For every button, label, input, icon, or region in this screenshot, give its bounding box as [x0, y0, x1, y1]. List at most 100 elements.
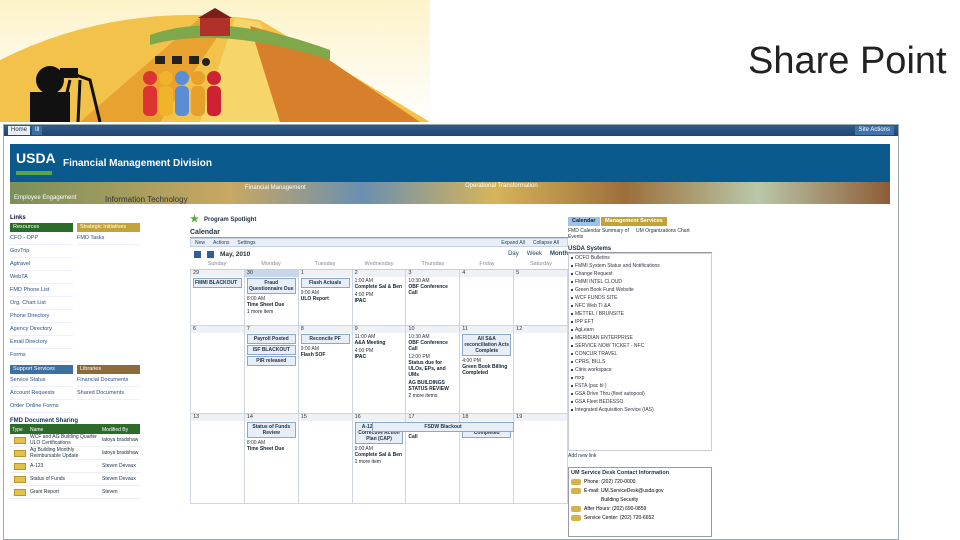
system-link[interactable]: FMMI System Status and Notifications: [569, 262, 711, 270]
calendar-day-cell[interactable]: 6: [191, 326, 245, 414]
col-name[interactable]: Name: [30, 426, 102, 434]
calendar-event[interactable]: 9:00 AM ULO Report: [299, 289, 352, 303]
system-link[interactable]: MERIDIAN ENTERPRISE: [569, 334, 711, 342]
calendar-span-event[interactable]: FSDW Blackout: [371, 422, 515, 432]
resource-link[interactable]: WebTA: [10, 271, 73, 284]
system-link[interactable]: SERVICE NOW TICKET - NFC: [569, 342, 711, 350]
calendar-day-cell[interactable]: 19: [514, 414, 568, 504]
calendar-day-cell[interactable]: 13: [191, 414, 245, 504]
doc-name[interactable]: A-123: [30, 463, 102, 469]
doc-name[interactable]: Grant Report: [30, 489, 102, 495]
calendar-event[interactable]: 10:30 AMOBF Conference Call: [406, 277, 459, 297]
event-title[interactable]: OBF Conference Call: [408, 340, 447, 352]
um-org-chart-link[interactable]: UM Organizations Chart: [636, 228, 690, 240]
resource-link[interactable]: FMD Phone List: [10, 284, 73, 297]
calendar-event-box[interactable]: Flash Actuals: [300, 278, 350, 288]
table-row[interactable]: WCF and AG Building Quarter ULO Certific…: [10, 434, 140, 447]
calendar-day-cell[interactable]: 14 Status of Funds Review 8:00 AM Time Shee…: [244, 414, 299, 504]
system-link[interactable]: FSTA (pac bl ): [569, 382, 711, 390]
library-link[interactable]: Shared Documents: [77, 387, 140, 400]
calendar-event[interactable]: 4:00 PM IPAC: [353, 291, 406, 305]
event-title[interactable]: OBF Conference Call: [408, 284, 447, 296]
calendar-event[interactable]: 9:00 AM Flash SOF: [299, 345, 352, 359]
calendar-day-cell[interactable]: 2 1:00 AM Complete Sal & Ben 4:00 PM IPAC: [352, 270, 407, 326]
calendar-event-box[interactable]: Payroll Posted: [246, 334, 296, 344]
event-title[interactable]: Complete Sal & Ben: [355, 452, 403, 458]
calendar-event[interactable]: 1:00 AM Complete Sal & Ben: [353, 277, 406, 291]
calendar-day-cell[interactable]: 30 Fraud Questionnaire Due 8:00 AM Time She…: [244, 270, 299, 326]
month-view-button[interactable]: Month: [550, 251, 568, 257]
calendar-event[interactable]: 8:00 AM Time Sheet Due: [245, 439, 298, 453]
doc-name[interactable]: Ag Building Monthly Reimbursable Update: [30, 447, 102, 459]
day-view-button[interactable]: Day: [508, 251, 519, 257]
calendar-day-cell[interactable]: 10 10:30 AM OBF Conference Call 12:00 PM Sta…: [406, 326, 461, 414]
system-link[interactable]: mxp: [569, 374, 711, 382]
calendar-event[interactable]: 4:00 PM Green Book Billing Completed: [460, 357, 513, 377]
strategic-link[interactable]: FMD Tasks: [77, 232, 140, 245]
system-link[interactable]: GSA Drive Thru (fleet autopool): [569, 390, 711, 398]
col-modified-by[interactable]: Modified By: [102, 426, 128, 434]
event-title[interactable]: IPAC: [355, 298, 367, 304]
calendar-event[interactable]: 12:00 PM Status due for ULOs, EPs, and UM…: [406, 353, 459, 379]
calendar-day-cell[interactable]: 8 Reconcile PF 9:00 AM Flash SOF: [298, 326, 353, 414]
resource-link[interactable]: Agency Directory: [10, 323, 73, 336]
more-items-link[interactable]: 1 more item: [245, 309, 298, 315]
calendar-day-cell[interactable]: 12: [514, 326, 568, 414]
event-title[interactable]: Flash SOF: [301, 352, 326, 358]
next-month-button[interactable]: [207, 250, 214, 258]
calendar-event-box[interactable]: ISF BLACKOUT: [246, 345, 296, 355]
add-new-link[interactable]: Add new link: [568, 453, 712, 459]
support-link[interactable]: Service Status: [10, 374, 73, 387]
calendar-day-cell[interactable]: 3 10:30 AM OBF Conference Call: [406, 270, 461, 326]
week-view-button[interactable]: Week: [527, 251, 542, 257]
doc-name[interactable]: Status of Funds: [30, 476, 102, 482]
resource-link[interactable]: Org. Chart List: [10, 297, 73, 310]
actions-menu[interactable]: Actions: [213, 240, 229, 246]
service-desk-email[interactable]: E-mail: UM.ServiceDesk@usda.gov: [584, 488, 664, 494]
usda-logo[interactable]: USDA: [16, 150, 56, 172]
event-title[interactable]: ULO Report: [301, 296, 329, 302]
system-link[interactable]: CONCUR TRAVEL: [569, 350, 711, 358]
table-row[interactable]: Ag Building Monthly Reimbursable Update l…: [10, 447, 140, 460]
resource-link[interactable]: GovTrip: [10, 245, 73, 258]
collapse-all-link[interactable]: Collapse All: [533, 240, 559, 246]
resource-link[interactable]: CFO - OPP: [10, 232, 73, 245]
table-row[interactable]: A-123 Steven Devaux: [10, 460, 140, 473]
calendar-day-cell[interactable]: 1 Flash Actuals 9:00 AM ULO Report: [298, 270, 353, 326]
calendar-event-box[interactable]: Reconcile PF: [300, 334, 350, 344]
resource-link[interactable]: Email Directory: [10, 336, 73, 349]
calendar-day-cell[interactable]: 11 All S&A reconciliation Acts Complete 4:…: [460, 326, 515, 414]
management-services-tab[interactable]: Management Services: [600, 217, 667, 226]
system-link[interactable]: Green Book Fund Website: [569, 286, 711, 294]
calendar-event[interactable]: 10:30 AMOBF Conference Call: [406, 333, 459, 353]
calendar-event[interactable]: 8:00 AM Time Sheet Due: [245, 295, 298, 309]
calendar-day-cell[interactable]: 4: [460, 270, 515, 326]
resource-link[interactable]: Forms: [10, 349, 73, 362]
col-type[interactable]: Type: [10, 426, 30, 434]
system-link[interactable]: AgLearn: [569, 326, 711, 334]
doc-name[interactable]: WCF and AG Building Quarter ULO Certific…: [30, 434, 102, 446]
calendar-tab[interactable]: Calendar: [568, 217, 600, 226]
fmd-calendar-link[interactable]: FMD Calendar Summary of Events: [568, 228, 630, 240]
event-title[interactable]: Time Sheet Due: [247, 446, 284, 452]
system-link[interactable]: FMMI INTEL CLOUD: [569, 278, 711, 286]
calendar-event-box[interactable]: Fraud Questionnaire Due: [246, 278, 296, 294]
system-link[interactable]: IPP EFT: [569, 318, 711, 326]
table-row[interactable]: Status of Funds Steven Devaux: [10, 473, 140, 486]
event-title[interactable]: AG BUILDINGS STATUS REVIEW: [408, 380, 448, 392]
settings-menu[interactable]: Settings: [237, 240, 255, 246]
expand-all-link[interactable]: Expand All: [501, 240, 525, 246]
system-link[interactable]: Integrated Acquisition Service (IAS): [569, 406, 711, 414]
resource-link[interactable]: Agtravel: [10, 258, 73, 271]
system-link[interactable]: WCF FUNDS SITE: [569, 294, 711, 302]
new-menu[interactable]: New: [195, 240, 205, 246]
system-link[interactable]: GSA Fleet BEDESSO: [569, 398, 711, 406]
calendar-event-box[interactable]: PIR released: [246, 356, 296, 366]
calendar-event[interactable]: AG BUILDINGS STATUS REVIEW: [406, 379, 459, 393]
event-title[interactable]: Time Sheet Due: [247, 302, 284, 308]
system-link[interactable]: Citrix workspace: [569, 366, 711, 374]
calendar-day-cell[interactable]: 29 FMMI BLACKOUT: [191, 270, 245, 326]
system-link[interactable]: METTEL / BRUNSITE: [569, 310, 711, 318]
event-title[interactable]: A&A Meeting: [355, 340, 386, 346]
calendar-day-cell[interactable]: 15: [298, 414, 353, 504]
